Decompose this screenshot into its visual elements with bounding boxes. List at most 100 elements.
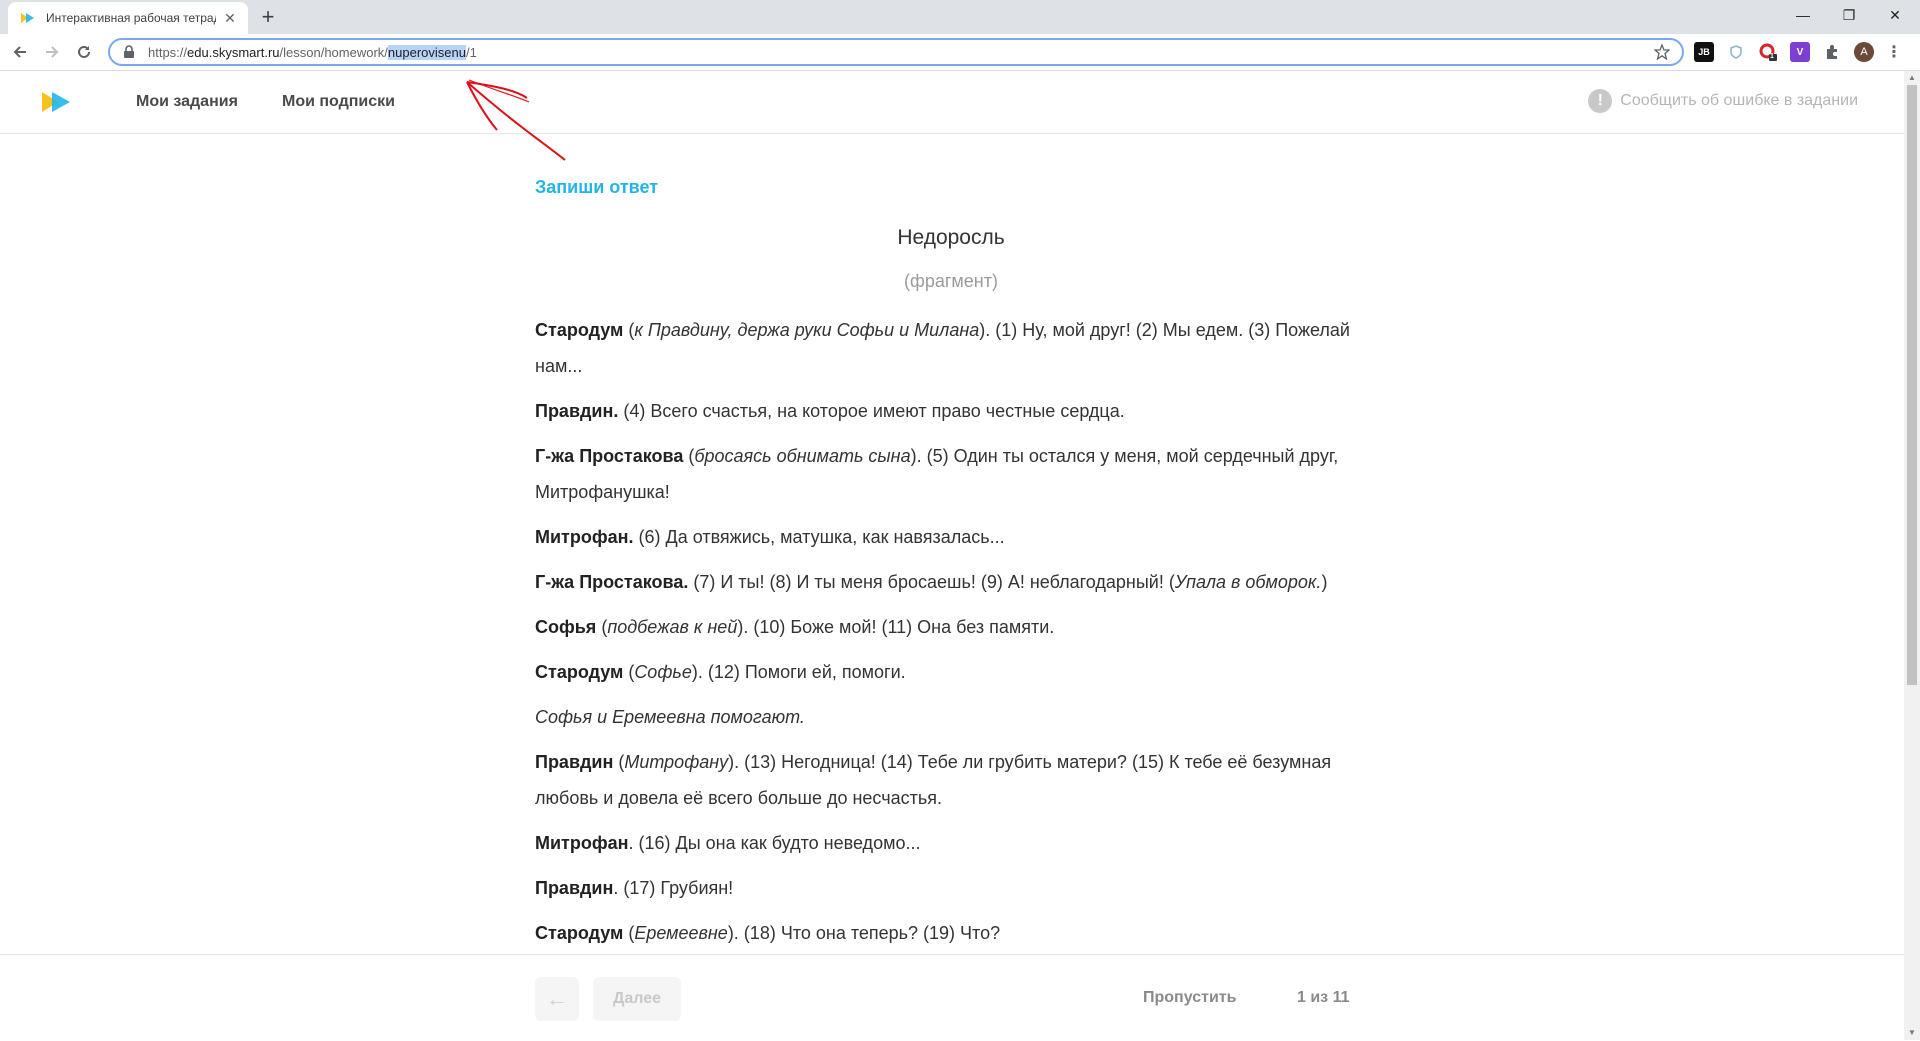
stage-direction: Митрофану [624,752,729,772]
line-text: ). (10) Боже мой! (11) Она без памяти. [737,617,1055,637]
browser-tabstrip: Интерактивная рабочая тетрадь ✕ + — ❐ ✕ [0,0,1920,34]
speaker-name: Софья [535,617,597,637]
speaker-name: Митрофан [535,833,629,853]
line-text: . (16) Ды она как будто неведомо... [628,833,921,853]
speaker-name: Правдин [535,752,614,772]
paren-close: ) [1321,572,1328,592]
line-text: (4) Всего счастья, на которое имеют прав… [618,401,1125,421]
shield-icon [1730,45,1742,59]
dialogue-paragraph: Софья (подбежав к ней). (10) Боже мой! (… [535,609,1367,645]
stage-direction: Софья и Еремеевна помогают. [535,707,805,727]
nav-my-subscriptions[interactable]: Мои подписки [282,93,395,111]
url-host: edu.skysmart.ru [187,44,280,60]
speaker-name: Правдин. [535,401,619,421]
speaker-name: Стародум [535,923,624,943]
extension-shield-icon[interactable] [1726,42,1746,62]
close-window-button[interactable]: ✕ [1872,0,1918,30]
dialogue-paragraph: Софья и Еремеевна помогают. [535,699,1367,735]
arrow-left-icon [13,46,26,58]
url-path: /lesson/homework/ [279,44,388,60]
new-tab-button[interactable]: + [256,6,280,30]
task-counter: 1 из 11 [1297,989,1350,1006]
forward-nav-button[interactable] [40,40,64,64]
record-icon [1759,43,1777,61]
browser-toolbar: https://edu.skysmart.ru/lesson/homework/… [0,34,1920,71]
skysmart-logo-icon[interactable] [40,90,74,114]
site-header: Мои задания Мои подписки ! Сообщить об о… [0,71,1904,134]
stage-direction: Софье [634,662,692,682]
extensions-puzzle-icon[interactable] [1822,42,1842,62]
dialogue-paragraph: Г-жа Простакова. (7) И ты! (8) И ты меня… [535,564,1367,600]
previous-button[interactable]: ← [535,977,579,1021]
url-text[interactable]: https://edu.skysmart.ru/lesson/homework/… [148,44,477,60]
skysmart-favicon-icon [21,13,34,23]
paren-open: ( [596,617,608,637]
report-error-link[interactable]: ! Сообщить об ошибке в задании [1588,89,1858,113]
speaker-name: Правдин [535,878,614,898]
dialogue-paragraph: Стародум (Еремеевне). (18) Что она тепер… [535,915,1367,951]
reload-button[interactable] [72,40,96,64]
dialogue-text: Стародум (к Правдину, держа руки Софьи и… [535,312,1367,960]
browser-menu-icon[interactable]: ⋮ [1884,42,1904,62]
paren-open: ( [623,923,635,943]
stage-direction: Упала в обморок. [1174,572,1322,592]
speaker-name: Стародум [535,662,624,682]
paren-open: ( [683,446,695,466]
tab-title: Интерактивная рабочая тетрадь [46,11,216,25]
minimize-button[interactable]: — [1780,0,1826,30]
reload-icon [78,45,90,58]
stage-direction: подбежав к ней [607,617,738,637]
url-selection: nuperovisenu [387,44,466,60]
task-instruction: Запиши ответ [535,177,659,197]
line-text: ). (18) Что она теперь? (19) Что? [727,923,1001,943]
line-text: (6) Да отвяжись, матушка, как навязалась… [633,527,1005,547]
dialogue-paragraph: Митрофан. (16) Ды она как будто неведомо… [535,825,1367,861]
speaker-name: Стародум [535,320,624,340]
paren-open: ( [623,662,635,682]
profile-avatar[interactable]: A [1854,42,1874,62]
scroll-down-icon[interactable]: ▼ [1904,1026,1920,1040]
dialogue-paragraph: Правдин. (4) Всего счастья, на которое и… [535,393,1367,429]
line-text: ). (12) Помоги ей, помоги. [691,662,906,682]
back-nav-button[interactable] [8,40,32,64]
restore-button[interactable]: ❐ [1826,0,1872,30]
dialogue-paragraph: Правдин. (17) Грубиян! [535,870,1367,906]
next-button[interactable]: Далее [593,977,681,1021]
extension-v-icon[interactable]: V [1790,42,1810,62]
stage-direction: бросаясь обнимать сына [694,446,911,466]
puzzle-icon [1827,45,1837,59]
text-title: Недоросль [897,226,1005,249]
tab-close-icon[interactable]: ✕ [222,10,238,26]
line-text: . (17) Грубиян! [613,878,734,898]
browser-tab-active[interactable]: Интерактивная рабочая тетрадь ✕ [8,2,248,34]
dialogue-paragraph: Стародум (Софье). (12) Помоги ей, помоги… [535,654,1367,690]
speaker-name: Митрофан. [535,527,634,547]
extension-opera-icon[interactable]: 1 [1758,42,1778,62]
red-arrow-annotation-icon [466,79,566,161]
dialogue-paragraph: Правдин (Митрофану). (13) Негодница! (14… [535,744,1367,816]
stage-direction: Еремеевне [634,923,728,943]
dialogue-paragraph: Г-жа Простакова (бросаясь обнимать сына)… [535,438,1367,510]
lock-icon [124,45,134,58]
nav-my-tasks[interactable]: Мои задания [136,93,238,111]
extension-badge: 1 [1770,53,1774,60]
speaker-name: Г-жа Простакова [535,446,684,466]
paren-open: ( [613,752,625,772]
line-text: (7) И ты! (8) И ты меня бросаешь! (9) А!… [688,572,1175,592]
extension-jb-icon[interactable]: JB [1694,42,1714,62]
scroll-thumb[interactable] [1907,85,1917,685]
url-tail: /1 [465,44,477,60]
text-subtitle: (фрагмент) [904,271,998,291]
report-error-label: Сообщить об ошибке в задании [1620,92,1858,109]
scroll-up-icon[interactable]: ▲ [1904,71,1920,85]
address-bar[interactable]: https://edu.skysmart.ru/lesson/homework/… [108,38,1684,66]
paren-open: ( [623,320,635,340]
bookmark-star-icon[interactable] [1654,44,1670,60]
skip-button[interactable]: Пропустить [1143,989,1236,1007]
dialogue-paragraph: Митрофан. (6) Да отвяжись, матушка, как … [535,519,1367,555]
page-scrollbar[interactable]: ▲ ▼ [1904,71,1920,1040]
task-footer: ← Далее Пропустить 1 из 11 [0,954,1904,1041]
url-scheme: https:// [148,44,188,60]
speaker-name: Г-жа Простакова. [535,572,689,592]
arrow-right-icon [46,46,59,58]
